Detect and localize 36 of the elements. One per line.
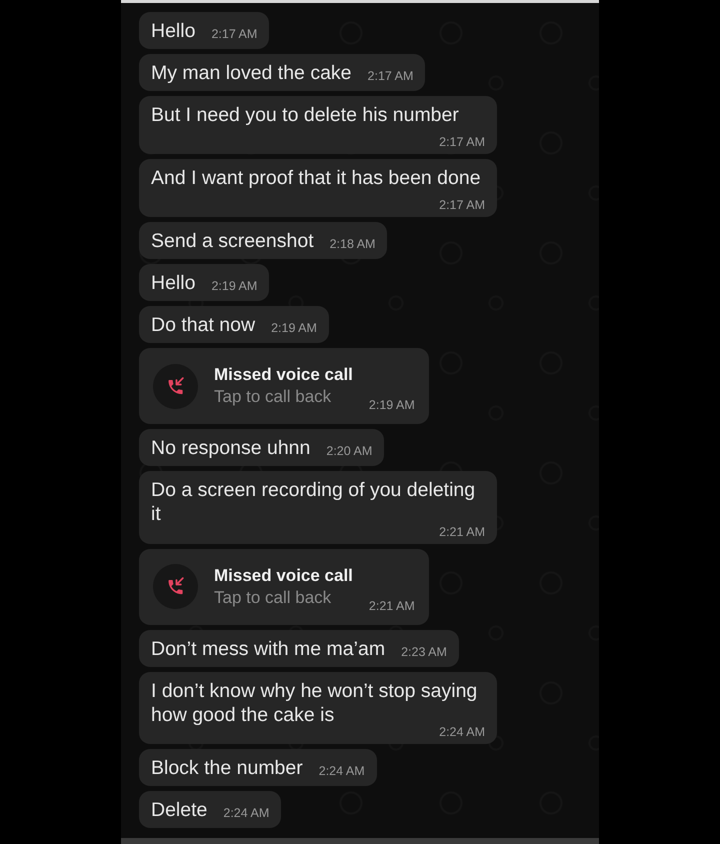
message-time: 2:21 AM [439, 526, 485, 538]
message-time: 2:17 AM [211, 28, 258, 40]
missed-call-icon [153, 364, 198, 408]
message-time: 2:20 AM [326, 445, 372, 457]
message-time: 2:24 AM [439, 726, 485, 738]
message-time: 2:24 AM [318, 765, 365, 777]
message-text: Send a screenshot [151, 230, 314, 252]
message-time: 2:21 AM [368, 600, 415, 612]
message-time: 2:23 AM [401, 646, 447, 658]
message-time: 2:17 AM [439, 199, 485, 211]
message-time: 2:24 AM [223, 807, 270, 819]
missed-call-bubble[interactable]: Missed voice call Tap to call back 2:21 AM [139, 548, 429, 624]
call-title: Missed voice call [214, 364, 353, 386]
message-text: Hello [151, 272, 196, 294]
message-text: My man loved the cake [151, 62, 352, 84]
message-time: 2:19 AM [368, 399, 415, 411]
message-text: I don’t know why he won’t stop saying how good the cake is [151, 680, 478, 726]
missed-call-icon [153, 564, 198, 609]
missed-call-bubble[interactable]: Missed voice call Tap to call back 2:19 AM [139, 348, 429, 424]
message-time: 2:19 AM [211, 280, 258, 292]
message-time: 2:17 AM [439, 136, 485, 148]
message-text: Block the number [151, 757, 303, 779]
message-time: 2:17 AM [368, 70, 414, 82]
call-title: Missed voice call [214, 564, 353, 586]
message-text: But I need you to delete his number [151, 104, 459, 126]
message-text: Delete [151, 799, 208, 821]
message-text: Do that now [151, 314, 256, 336]
message-text: Do a screen recording of you deleting it [151, 479, 476, 525]
message-text: Don’t mess with me ma’am [151, 638, 386, 660]
message-text: No response uhnn [151, 437, 310, 459]
message-time: 2:18 AM [330, 238, 376, 250]
message-text: And I want proof that it has been done [151, 167, 481, 189]
message-time: 2:19 AM [271, 322, 317, 334]
call-back-hint: Tap to call back [214, 386, 332, 408]
message-text: Hello [151, 20, 196, 42]
call-back-hint: Tap to call back [214, 586, 332, 608]
